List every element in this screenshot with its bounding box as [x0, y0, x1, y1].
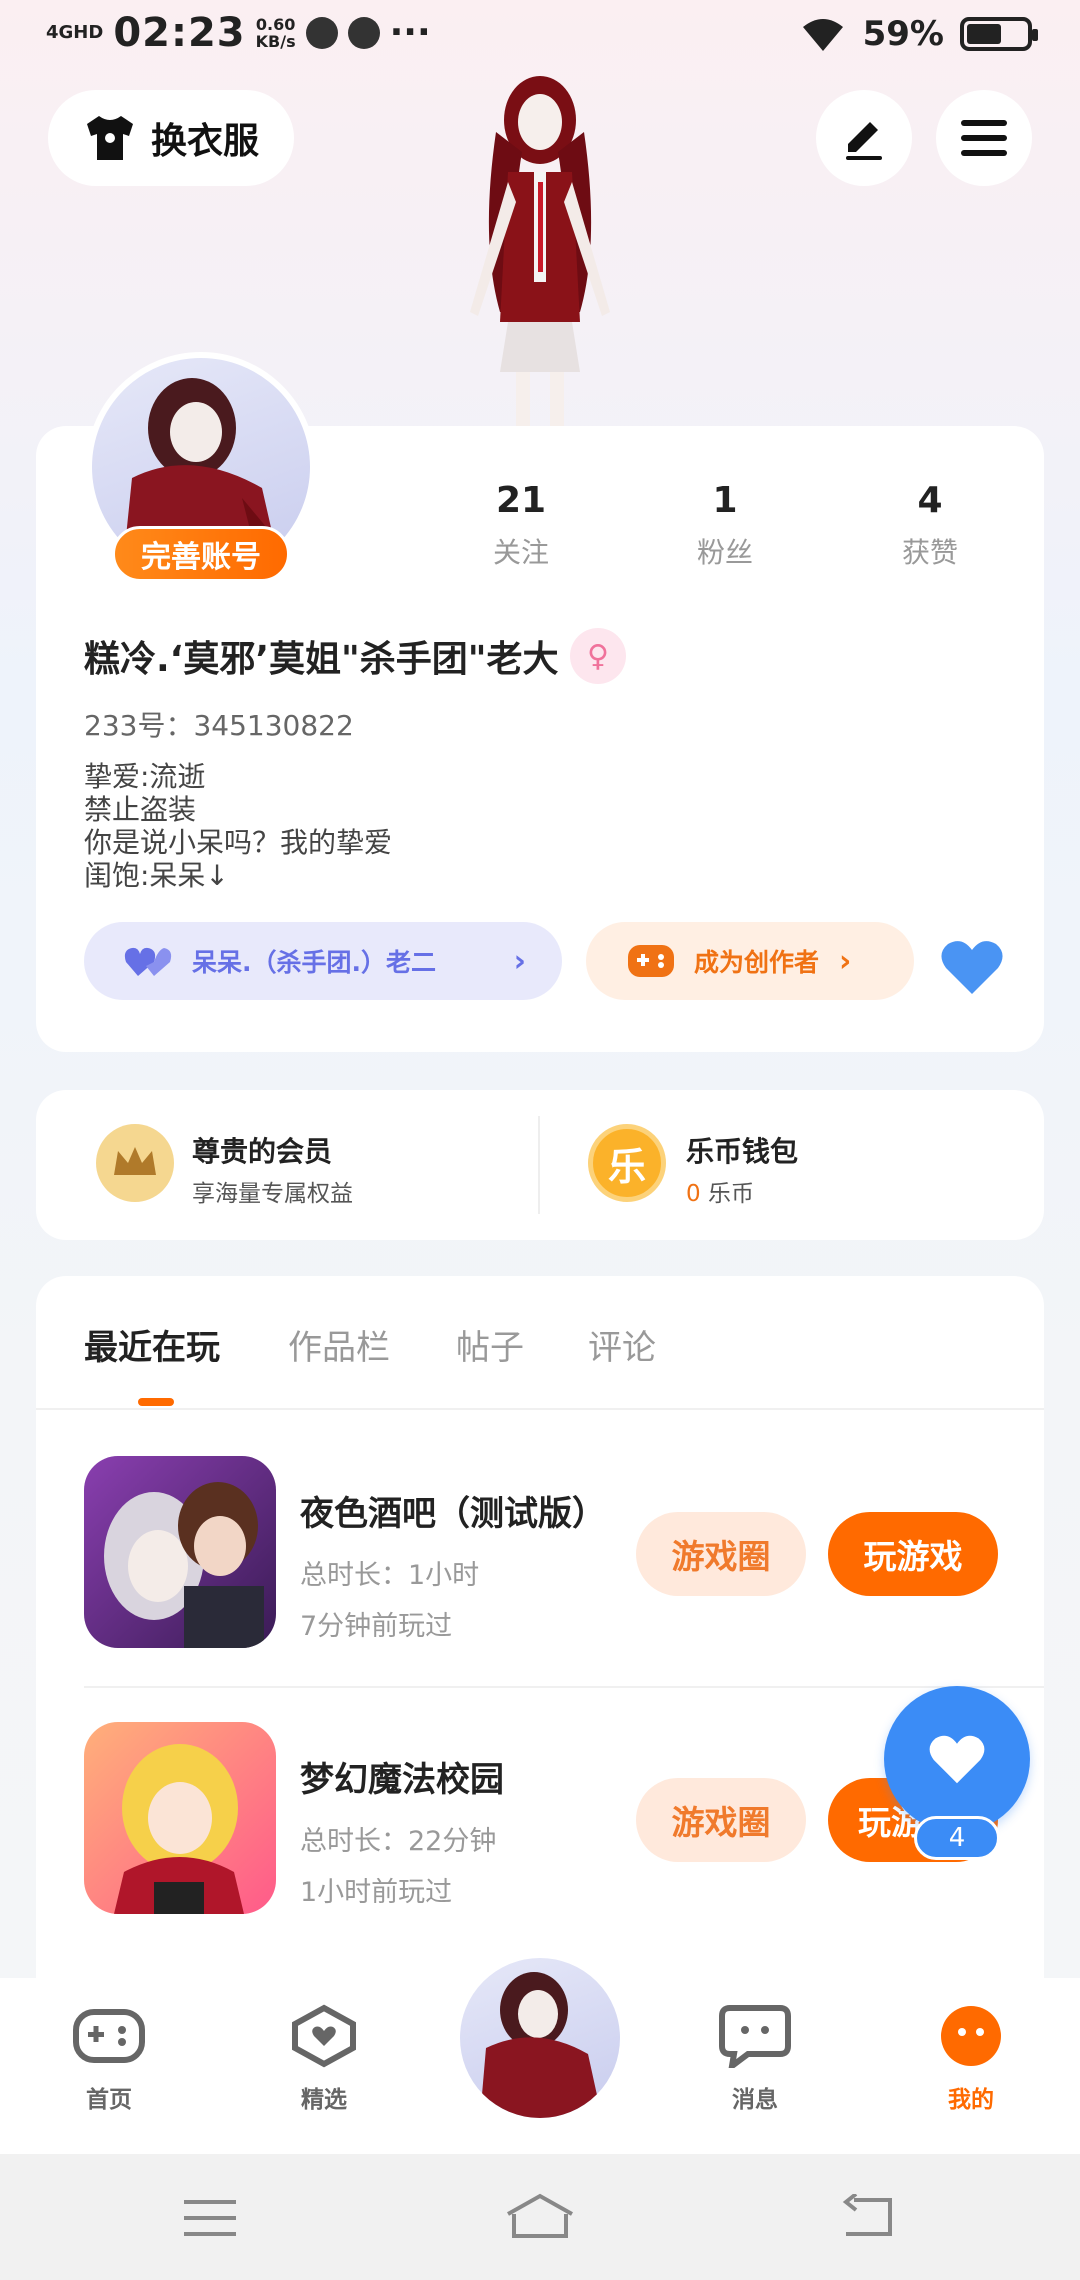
- game-icon[interactable]: [84, 1456, 276, 1648]
- change-outfit-button[interactable]: 换衣服: [48, 90, 294, 186]
- back-system-icon[interactable]: [842, 2194, 894, 2238]
- game-duration: 总时长：1小时: [300, 1560, 480, 1591]
- floating-like-button[interactable]: [884, 1686, 1030, 1832]
- nav-mine[interactable]: 我的: [906, 2004, 1036, 2114]
- more-notifications-icon: ···: [389, 12, 431, 53]
- menu-icon: [961, 120, 1007, 156]
- content-card: [36, 1276, 1044, 2036]
- tab-posts[interactable]: 帖子: [456, 1320, 524, 1369]
- crown-icon: [96, 1124, 174, 1202]
- wallet-entry[interactable]: 乐币钱包 0 乐币: [686, 1130, 798, 1208]
- double-heart-icon: [124, 947, 172, 976]
- change-outfit-label: 换衣服: [150, 121, 259, 162]
- coin-icon: 乐: [588, 1124, 666, 1202]
- game-duration: 总时长：22分钟: [300, 1826, 497, 1857]
- bio-line: 闺饱:呆呆↓: [84, 859, 229, 892]
- wallet-title: 乐币钱包: [686, 1135, 799, 1168]
- divider: [538, 1116, 540, 1214]
- nav-featured-label: 精选: [301, 2087, 347, 2113]
- divider: [84, 1686, 1044, 1688]
- avatar-character-model[interactable]: [430, 72, 650, 432]
- stat-likes[interactable]: 4 获赞: [850, 480, 1010, 571]
- nav-home[interactable]: 首页: [44, 2004, 174, 2114]
- message-notification-icon: [305, 17, 338, 49]
- chat-bubble-icon: [719, 2005, 791, 2073]
- vip-member-entry[interactable]: 尊贵的会员 享海量专属权益: [192, 1130, 353, 1208]
- menu-button[interactable]: [936, 90, 1032, 186]
- nav-messages-label: 消息: [732, 2087, 778, 2113]
- game-icon[interactable]: [84, 1722, 276, 1914]
- status-bar: 4GHD 02:23 0.60 KB/s ··· 59%: [0, 0, 1080, 70]
- game-last-played: 1小时前玩过: [300, 1877, 453, 1908]
- wifi-icon: [802, 19, 843, 51]
- edit-button[interactable]: [816, 90, 912, 186]
- nav-mine-label: 我的: [948, 2087, 994, 2113]
- system-nav-bar: [0, 2154, 1080, 2280]
- heart-badge-icon: [292, 2004, 356, 2068]
- home-system-icon[interactable]: [504, 2192, 576, 2240]
- female-gender-icon: ♀: [570, 628, 626, 684]
- game-title: 梦幻魔法校园: [300, 1760, 504, 1800]
- edit-icon: [846, 122, 882, 160]
- vip-subtitle: 享海量专属权益: [192, 1181, 353, 1207]
- heart-icon: [929, 1735, 985, 1784]
- stat-following[interactable]: 21 关注: [441, 480, 601, 571]
- active-tab-indicator: [138, 1398, 174, 1406]
- wallet-balance: 0 乐币: [686, 1181, 754, 1207]
- username: 糕冷.‘莫邪’莫姐"杀手团"老大: [84, 639, 559, 680]
- nav-avatar-button[interactable]: [456, 1954, 624, 2122]
- battery-percent: 59%: [862, 14, 944, 54]
- nav-messages[interactable]: 消息: [690, 2004, 820, 2114]
- game-circle-button[interactable]: 游戏圈: [636, 1512, 806, 1596]
- battery-icon: [960, 17, 1038, 51]
- tab-recent-played[interactable]: 最近在玩: [84, 1320, 220, 1369]
- nav-featured[interactable]: 精选: [259, 2004, 389, 2114]
- like-heart-icon[interactable]: [940, 938, 1004, 996]
- chevron-right-icon: ›: [513, 943, 526, 979]
- bio-line: 禁止盗装: [84, 793, 197, 826]
- net-speed: 0.60 KB/s: [255, 15, 296, 51]
- recent-apps-icon[interactable]: [184, 2198, 236, 2238]
- stat-followers[interactable]: 1 粉丝: [645, 480, 805, 571]
- member-wallet-card: [36, 1090, 1044, 1240]
- game-title: 夜色酒吧（测试版）: [300, 1494, 606, 1534]
- become-creator-button[interactable]: 成为创作者 ›: [586, 922, 914, 1000]
- list-item[interactable]: 梦幻魔法校园 总时长：22分钟 1小时前玩过: [300, 1752, 504, 1909]
- become-creator-label: 成为创作者: [694, 948, 820, 977]
- tab-comments[interactable]: 评论: [588, 1320, 656, 1369]
- complete-account-button[interactable]: 完善账号: [112, 526, 290, 582]
- divider: [36, 1408, 1044, 1410]
- bio-line: 你是说小呆吗？我的挚爱: [84, 826, 393, 859]
- list-item[interactable]: 夜色酒吧（测试版） 总时长：1小时 7分钟前玩过: [300, 1486, 606, 1643]
- relationship-label: 呆呆.（杀手团.）老二: [192, 948, 436, 977]
- chevron-right-icon: ›: [839, 943, 852, 979]
- shirt-icon: [86, 116, 133, 160]
- relationship-pill[interactable]: 呆呆.（杀手团.）老二 ›: [84, 922, 562, 1000]
- gamepad-icon: [73, 2009, 145, 2063]
- like-count-badge: 4: [914, 1816, 1000, 1860]
- game-last-played: 7分钟前玩过: [300, 1611, 453, 1642]
- avatar-image: [480, 1972, 602, 2118]
- profile-face-icon: [941, 2006, 1001, 2066]
- user-id: 233号：345130822: [84, 709, 354, 742]
- bio-line: 挚爱:流逝: [84, 760, 206, 793]
- tab-works[interactable]: 作品栏: [288, 1320, 390, 1369]
- play-game-button[interactable]: 玩游戏: [828, 1512, 998, 1596]
- vip-title: 尊贵的会员: [192, 1135, 333, 1168]
- app-notification-icon: [347, 17, 380, 49]
- clock: 02:23: [113, 10, 246, 56]
- network-indicator: 4GHD: [46, 22, 104, 43]
- game-circle-button[interactable]: 游戏圈: [636, 1778, 806, 1862]
- bio: 挚爱:流逝 禁止盗装 你是说小呆吗？我的挚爱 闺饱:呆呆↓: [84, 760, 392, 892]
- nav-home-label: 首页: [86, 2087, 132, 2113]
- gamepad-icon: [628, 945, 674, 977]
